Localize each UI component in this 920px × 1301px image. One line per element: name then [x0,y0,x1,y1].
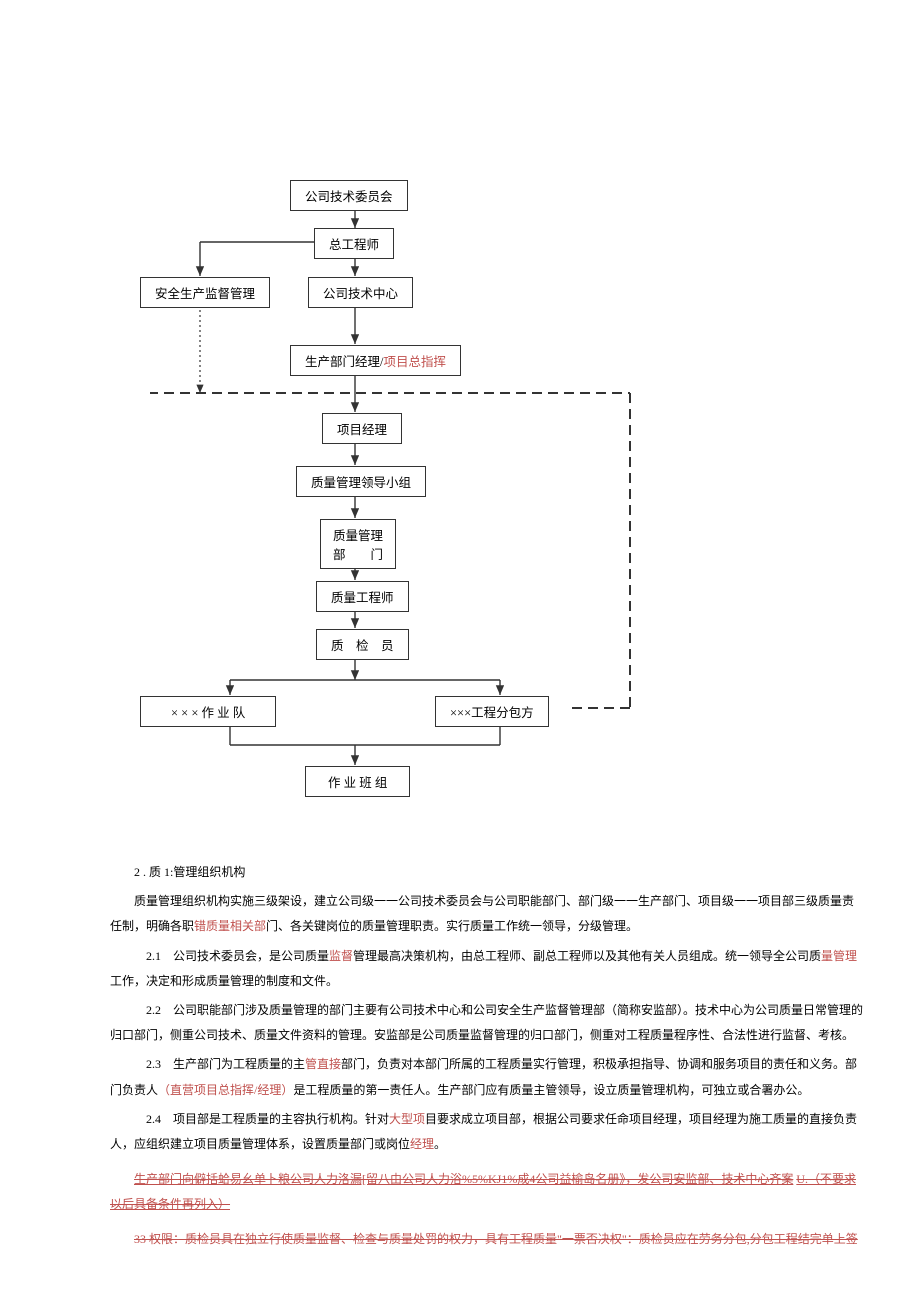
p23-a: 2.3 生产部门为工程质量的主 [146,1057,305,1071]
section-2-title: 2 . 质 1:管理组织机构 [110,860,865,885]
p21-e: 工作，决定和形成质量管理的制度和文件。 [110,974,338,988]
node-quality-dept-line1: 质量管理 [333,525,383,544]
p1-suffix: 门、各关键岗位的质量管理职责。实行质量工作统一领导，分级管理。 [266,919,638,933]
p1-red: 错质量相关部 [194,919,266,933]
node-quality-dept: 质量管理 部 门 [320,519,396,569]
document-body: 2 . 质 1:管理组织机构 质量管理组织机构实施三级架设，建立公司级一一公司技… [0,860,920,1253]
node-quality-leading-group: 质量管理领导小组 [296,466,426,497]
para-2-3: 2.3 生产部门为工程质量的主管直接部门，负责对本部门所属的工程质量实行管理，积… [110,1052,865,1102]
p24-d: 经理 [410,1137,434,1151]
node-inspector: 质 检 员 [316,629,409,660]
crossed2: 33 权限：质检员具在独立行使质量监督、检查与质量处罚的权力，具有工程质量"一票… [134,1232,858,1246]
node-tech-center: 公司技术中心 [308,277,413,308]
p21-c: 管理最高决策机构，由总工程师、副总工程师以及其他有关人员组成。统一领导全公司质 [353,949,821,963]
p24-b: 大型项 [389,1112,425,1126]
node-quality-dept-line2: 部 门 [333,544,383,563]
node-work-team: × × × 作 业 队 [140,696,276,727]
node-production-manager: 生产部门经理/项目总指挥 [290,345,461,376]
p21-b: 监督 [329,949,353,963]
node-quality-engineer: 质量工程师 [316,581,409,612]
p23-b: 管直接 [305,1057,341,1071]
p21-a: 2.1 公司技术委员会，是公司质量 [146,949,329,963]
p21-d: 量管理 [821,949,857,963]
p23-e: 是工程质量的第一责任人。生产部门应有质量主管领导，设立质量管理机构，可独立或合署… [293,1083,809,1097]
node-work-group: 作 业 班 组 [305,766,410,797]
p23-d: （直营项目总指挥/经理） [158,1083,293,1097]
node-safety-supervision: 安全生产监督管理 [140,277,270,308]
p24-e: 。 [434,1137,446,1151]
para-2-1: 2.1 公司技术委员会，是公司质量监督管理最高决策机构，由总工程师、副总工程师以… [110,944,865,994]
node-chief-engineer: 总工程师 [314,228,394,259]
para-crossed-2: 33 权限：质检员具在独立行使质量监督、检查与质量处罚的权力，具有工程质量"一票… [110,1227,865,1252]
p24-a: 2.4 项目部是工程质量的主容执行机构。针对 [146,1112,389,1126]
crossed1a: 生产部门向僻括蛤易幺单卜粮公司人力洛漏[留八由公司人力浴%5%KJ1%成4公司益… [134,1172,793,1186]
para-org-structure: 质量管理组织机构实施三级架设，建立公司级一一公司技术委员会与公司职能部门、部门级… [110,889,865,939]
node-subcontractor: ×××工程分包方 [435,696,549,727]
node-tech-committee: 公司技术委员会 [290,180,408,211]
node-project-commander-text: 项目总指挥 [383,355,446,369]
org-chart-diagram: 公司技术委员会 总工程师 安全生产监督管理 公司技术中心 生产部门经理/项目总指… [150,180,750,830]
para-2-4: 2.4 项目部是工程质量的主容执行机构。针对大型项目要求成立项目部，根据公司要求… [110,1107,865,1157]
para-crossed-1: 生产部门向僻括蛤易幺单卜粮公司人力洛漏[留八由公司人力浴%5%KJ1%成4公司益… [110,1167,865,1217]
node-production-manager-text: 生产部门经理/ [305,355,383,369]
node-project-manager: 项目经理 [322,413,402,444]
para-2-2: 2.2 公司职能部门涉及质量管理的部门主要有公司技术中心和公司安全生产监督管理部… [110,998,865,1048]
